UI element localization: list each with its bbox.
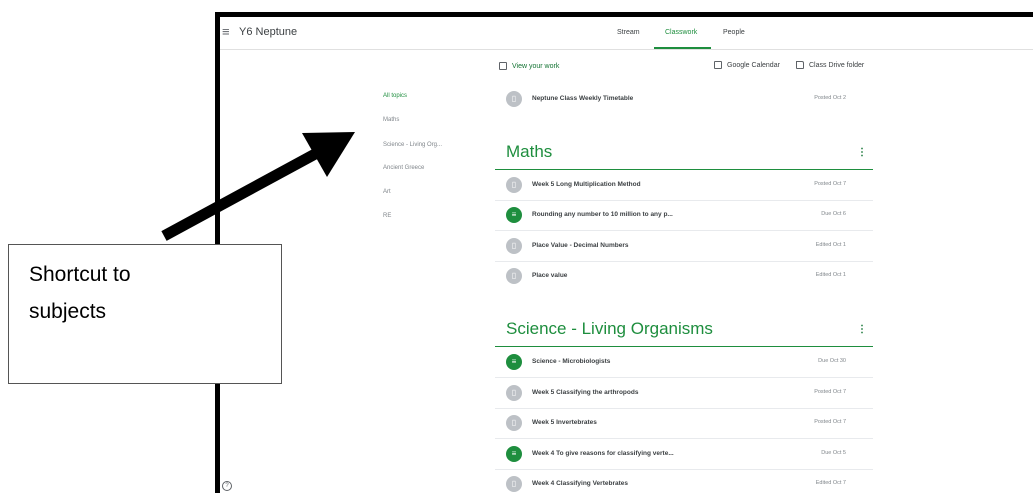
annotation-callout-box: Shortcut to subjects (8, 244, 282, 384)
callout-line-2: subjects (29, 300, 107, 323)
callout-line-1: Shortcut to (29, 263, 131, 286)
arrow-shaft (161, 142, 331, 241)
